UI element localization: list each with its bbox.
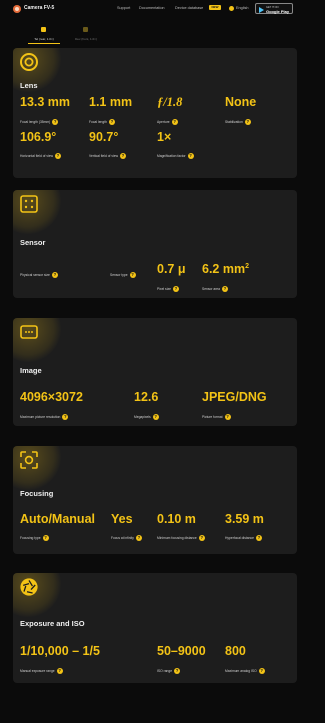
sensor-area-label: Sensor area? <box>202 286 228 292</box>
help-icon[interactable]: ? <box>171 119 178 125</box>
help-icon[interactable]: ? <box>198 535 205 541</box>
focusing-type-value: Auto/Manual <box>20 512 95 526</box>
help-icon[interactable]: ? <box>258 668 265 674</box>
sensor-title: Sensor <box>20 238 46 247</box>
tab-front-camera[interactable]: Dev (front, 1.0×) <box>62 25 110 45</box>
help-icon[interactable]: ? <box>135 535 142 541</box>
manual-exposure-range-label: Manual exposure range? <box>20 668 63 674</box>
help-icon[interactable]: ? <box>224 414 231 420</box>
max-resolution-label: Maximum picture resolution? <box>20 414 69 420</box>
image-icon <box>20 325 38 339</box>
focus-at-infinity-label: Focus at infinity? <box>111 535 142 541</box>
sensor-area-value: 6.2 mm2 <box>202 262 249 276</box>
lens-title: Lens <box>20 81 38 90</box>
min-focusing-distance-value: 0.10 m <box>157 512 196 526</box>
exposure-card: Exposure and ISO 1/10,000 – 1/5 Manual e… <box>13 573 297 683</box>
focal-length-35mm-value: 13.3 mm <box>20 95 71 109</box>
app-name[interactable]: Camera FV-5 <box>24 5 54 11</box>
nav-support-link[interactable]: Support <box>117 6 130 10</box>
lens-card: Lens 13.3 mm Focal length (35mm)? 1.1 mm… <box>13 48 297 178</box>
top-nav-bar: Camera FV-5 Support Documentation Device… <box>0 0 325 18</box>
focus-at-infinity-value: Yes <box>111 512 133 526</box>
image-title: Image <box>20 366 42 375</box>
help-icon[interactable]: ? <box>172 286 179 292</box>
sensor-area-unit-exponent: 2 <box>245 262 249 270</box>
nav-device-database-link[interactable]: Device database <box>175 6 203 10</box>
help-icon[interactable]: ? <box>54 153 61 159</box>
focal-length-label: Focal length? <box>89 119 115 125</box>
help-icon[interactable]: ? <box>255 535 262 541</box>
camera-icon <box>41 27 46 32</box>
new-badge: NEW <box>209 5 221 10</box>
sensor-type-label: Sensor type? <box>110 272 136 278</box>
magnification-label: Magnification factor? <box>157 153 194 159</box>
max-analog-iso-label: Maximum analog ISO? <box>225 668 265 674</box>
picture-format-label: Picture format? <box>202 414 231 420</box>
picture-format-value: JPEG/DNG <box>202 390 267 404</box>
hyperfocal-distance-label: Hyperfocal distance? <box>225 535 262 541</box>
nav-documentation-link[interactable]: Documentation <box>139 6 165 10</box>
google-play-badge[interactable]: GET IT ON Google Play <box>255 3 293 14</box>
pixel-size-label: Pixel size? <box>157 286 179 292</box>
tab-label: Dev (front, 1.0×) <box>75 37 97 41</box>
tab-rear-camera[interactable]: Tel (rear, 1.0×) <box>20 25 68 45</box>
exposure-title: Exposure and ISO <box>20 619 85 628</box>
app-logo-icon[interactable] <box>13 5 21 13</box>
sensor-card: Sensor Physical sensor size? Sensor type… <box>13 190 297 298</box>
focusing-type-label: Focusing type? <box>20 535 49 541</box>
aperture-icon <box>20 578 38 596</box>
camera-icon <box>83 27 88 32</box>
help-icon[interactable]: ? <box>152 414 159 420</box>
google-play-text: Google Play <box>266 8 290 14</box>
focal-length-35mm-label: Focal length (35mm)? <box>20 119 59 125</box>
help-icon[interactable]: ? <box>129 272 136 278</box>
iso-range-label: ISO range? <box>157 668 181 674</box>
pixel-size-value: 0.7 μ <box>157 262 186 276</box>
focus-icon <box>20 451 38 469</box>
megapixels-label: Megapixels? <box>134 414 159 420</box>
google-play-icon <box>259 6 264 13</box>
stabilization-value: None <box>225 95 257 109</box>
image-card: Image 4096×3072 Maximum picture resoluti… <box>13 318 297 426</box>
help-icon[interactable]: ? <box>56 668 63 674</box>
iso-range-value: 50–9000 <box>157 644 206 658</box>
help-icon[interactable]: ? <box>187 153 194 159</box>
max-analog-iso-value: 800 <box>225 644 246 658</box>
magnification-value: 1× <box>157 130 172 144</box>
horizontal-fov-label: Horizontal field of view? <box>20 153 61 159</box>
help-icon[interactable]: ? <box>62 414 69 420</box>
vertical-fov-value: 90.7° <box>89 130 119 144</box>
help-icon[interactable]: ? <box>52 119 59 125</box>
focusing-card: Focusing Auto/Manual Focusing type? Yes … <box>13 446 297 554</box>
help-icon[interactable]: ? <box>221 286 228 292</box>
sensor-icon <box>20 195 38 213</box>
megapixels-value: 12.6 <box>134 390 159 404</box>
globe-icon[interactable] <box>229 5 234 11</box>
vertical-fov-label: Vertical field of view? <box>89 153 126 159</box>
help-icon[interactable]: ? <box>119 153 126 159</box>
min-focusing-distance-label: Minimum focusing distance? <box>157 535 205 541</box>
focal-length-value: 1.1 mm <box>89 95 133 109</box>
help-icon[interactable]: ? <box>42 535 49 541</box>
tab-label: Tel (rear, 1.0×) <box>34 37 54 41</box>
manual-exposure-range-value: 1/10,000 – 1/5 <box>20 644 100 658</box>
help-icon[interactable]: ? <box>174 668 181 674</box>
max-resolution-value: 4096×3072 <box>20 390 83 404</box>
lens-icon <box>20 53 38 71</box>
aperture-value: ƒ/1.8 <box>157 95 183 109</box>
help-icon[interactable]: ? <box>244 119 251 125</box>
focusing-title: Focusing <box>20 489 54 498</box>
help-icon[interactable]: ? <box>108 119 115 125</box>
language-selector[interactable]: English <box>236 6 248 10</box>
aperture-label: Aperture? <box>157 119 178 125</box>
help-icon[interactable]: ? <box>51 272 58 278</box>
physical-sensor-size-label: Physical sensor size? <box>20 272 58 278</box>
stabilization-label: Stabilization? <box>225 119 251 125</box>
horizontal-fov-value: 106.9° <box>20 130 57 144</box>
hyperfocal-distance-value: 3.59 m <box>225 512 264 526</box>
